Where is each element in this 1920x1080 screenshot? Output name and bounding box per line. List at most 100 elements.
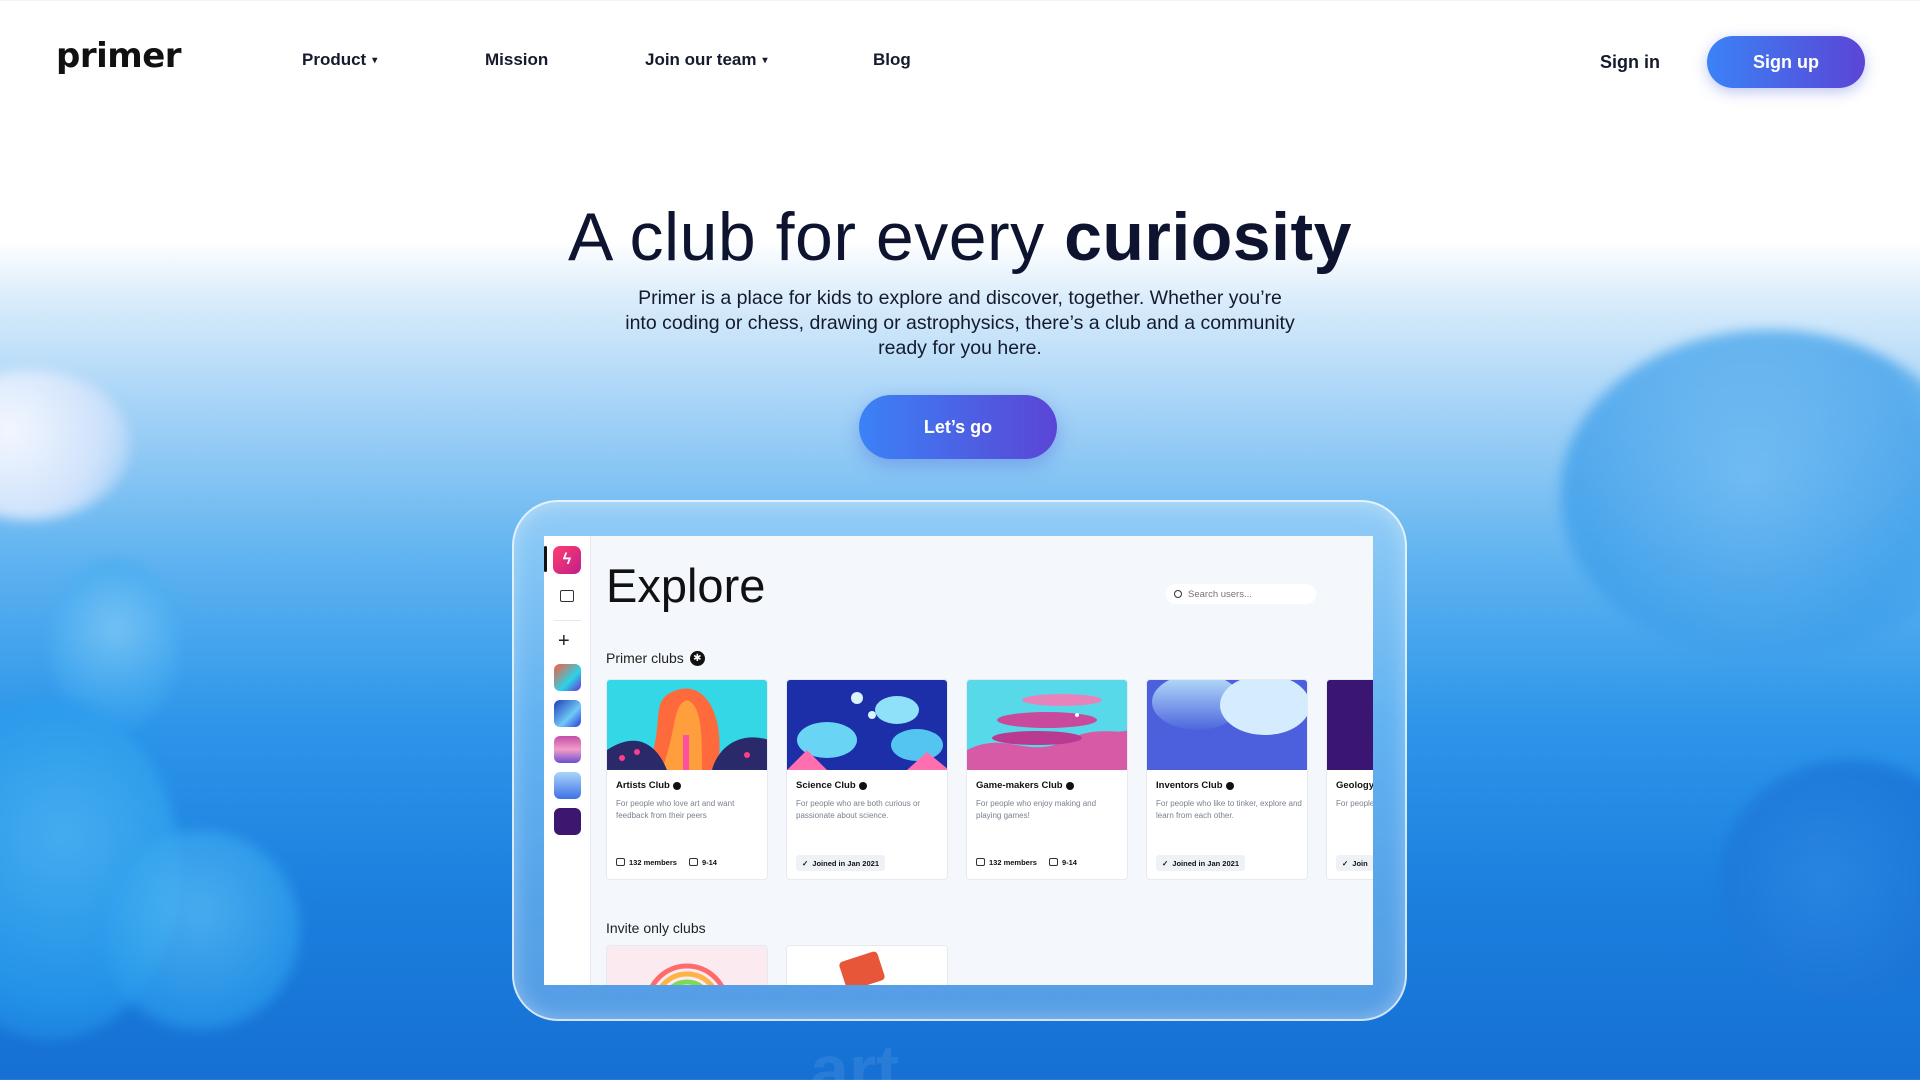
sign-up-button[interactable]: Sign up [1707, 36, 1865, 88]
artists-club-icon[interactable] [554, 664, 581, 691]
members-label: 132 members [989, 858, 1037, 867]
verified-icon [672, 781, 681, 790]
sidebar-divider [554, 620, 581, 621]
background-word: art [810, 1031, 900, 1080]
top-nav: primer Product ▾ Mission Join our team ▾ B… [0, 0, 1920, 120]
members-count: 132 members [976, 858, 1037, 867]
hero-title-bold: curiosity [1064, 199, 1352, 275]
calendar-icon [688, 858, 698, 866]
verified-icon [1065, 781, 1074, 790]
nav-product[interactable]: Product ▾ [302, 50, 377, 70]
club-name: Inventors Club [1156, 780, 1223, 791]
lets-go-button[interactable]: Let’s go [859, 395, 1057, 459]
joined-label: Joined in Jan 2021 [812, 858, 879, 868]
club-description: For people who love art and want feedbac… [616, 799, 735, 820]
search-icon [1174, 590, 1182, 598]
hero-title: A club for every curiosity [0, 198, 1920, 276]
members-count: 132 members [616, 858, 677, 867]
joined-badge: ✓ Joined in Jan 2021 [796, 855, 885, 871]
club-description: For people who are both curious or passi… [796, 799, 921, 820]
nav-mission-label: Mission [485, 50, 549, 69]
invite-club-card[interactable] [606, 945, 768, 985]
game-makers-club-image [967, 680, 1127, 770]
age-range: 9-14 [688, 858, 717, 867]
invite-club-image [607, 946, 767, 985]
invite-club-card[interactable] [786, 945, 948, 985]
chevron-down-icon: ▾ [372, 54, 378, 66]
check-icon: ✓ [1342, 858, 1349, 868]
game-makers-club-icon[interactable] [554, 736, 581, 763]
inventors-club-icon[interactable] [554, 772, 581, 799]
club-name: Science Club [796, 780, 856, 791]
bg-cloud [1720, 760, 1920, 1000]
science-club-icon[interactable] [554, 700, 581, 727]
search-input[interactable] [1188, 588, 1308, 600]
check-icon: ✓ [802, 858, 809, 868]
bg-cloud [1560, 330, 1920, 660]
calendar-icon [1048, 858, 1058, 866]
verified-icon [858, 781, 867, 790]
nav-join-label: Join our team [645, 50, 757, 69]
hero-subtitle: Primer is a place for kids to explore an… [625, 287, 1295, 359]
primer-logo[interactable]: primer [56, 36, 182, 76]
bg-cloud [0, 370, 130, 520]
invite-club-image [787, 946, 947, 985]
age-range: 9-14 [1048, 858, 1077, 867]
search-field[interactable] [1166, 584, 1316, 604]
explore-title: Explore [606, 559, 766, 612]
club-title: Inventors Club [1156, 780, 1234, 791]
club-card-inventors[interactable]: Inventors Club For people who like to ti… [1146, 679, 1308, 880]
sidebar-active-indicator [544, 546, 547, 572]
joined-label: Joined in Jan 2021 [1172, 858, 1239, 868]
chevron-down-icon: ▾ [762, 54, 768, 66]
age-range-label: 9-14 [1061, 858, 1077, 867]
club-card-artists[interactable]: Artists Club For people who love art and… [606, 679, 768, 880]
artists-club-image [607, 680, 767, 770]
nav-join-our-team[interactable]: Join our team ▾ [645, 50, 768, 70]
club-title: Artists Club [616, 780, 681, 791]
invite-clubs-heading: Invite only clubs [606, 920, 706, 936]
bg-cloud [100, 830, 300, 1030]
app-sidebar: ϟ + [544, 536, 591, 985]
club-name: Game-makers Club [976, 780, 1063, 791]
members-icon [976, 858, 985, 866]
sign-in-link[interactable]: Sign in [1600, 52, 1660, 73]
club-meta: 132 members 9-14 [976, 858, 1077, 867]
plus-icon[interactable]: + [558, 631, 570, 651]
club-title: Geology [1336, 780, 1373, 791]
joined-label: Join [1352, 858, 1368, 868]
club-meta: 132 members 9-14 [616, 858, 717, 867]
primer-clubs-label: Primer clubs [606, 650, 684, 666]
club-name: Artists Club [616, 780, 670, 791]
check-icon: ✓ [1162, 858, 1169, 868]
invite-clubs-label: Invite only clubs [606, 920, 706, 936]
nav-blog-label: Blog [873, 50, 911, 69]
age-range-label: 9-14 [701, 858, 717, 867]
nav-mission[interactable]: Mission [485, 50, 548, 70]
primer-clubs-heading: Primer clubs ✱ [606, 650, 705, 666]
calendar-icon[interactable] [560, 590, 574, 602]
members-label: 132 members [629, 858, 677, 867]
geology-club-image [1327, 680, 1373, 770]
club-card-science[interactable]: Science Club For people who are both cur… [786, 679, 948, 880]
joined-badge: ✓ Joined in Jan 2021 [1156, 855, 1245, 871]
geology-club-icon[interactable] [554, 808, 581, 835]
nav-product-label: Product [302, 50, 367, 69]
science-club-image [787, 680, 947, 770]
primer-app-icon[interactable]: ϟ [553, 546, 581, 574]
club-name: Geology [1336, 780, 1373, 791]
app-screenshot: ϟ + Explore Primer clubs ✱ [544, 536, 1373, 985]
club-description: For people who enjoy making and playing … [976, 799, 1097, 820]
hero-title-plain: A club for every [568, 199, 1065, 275]
club-card-game-makers[interactable]: Game-makers Club For people who enjoy ma… [966, 679, 1128, 880]
club-description: For people who like to tinker, explore a… [1156, 799, 1302, 820]
nav-blog[interactable]: Blog [873, 50, 911, 70]
members-icon [616, 858, 625, 866]
verified-badge-icon: ✱ [689, 650, 705, 666]
club-description: For people and learn [1336, 799, 1373, 808]
club-title: Game-makers Club [976, 780, 1074, 791]
club-title: Science Club [796, 780, 867, 791]
joined-badge: ✓ Join [1336, 855, 1373, 871]
club-card-geology[interactable]: Geology For people and learn ✓Join [1326, 679, 1373, 880]
inventors-club-image [1147, 680, 1307, 770]
